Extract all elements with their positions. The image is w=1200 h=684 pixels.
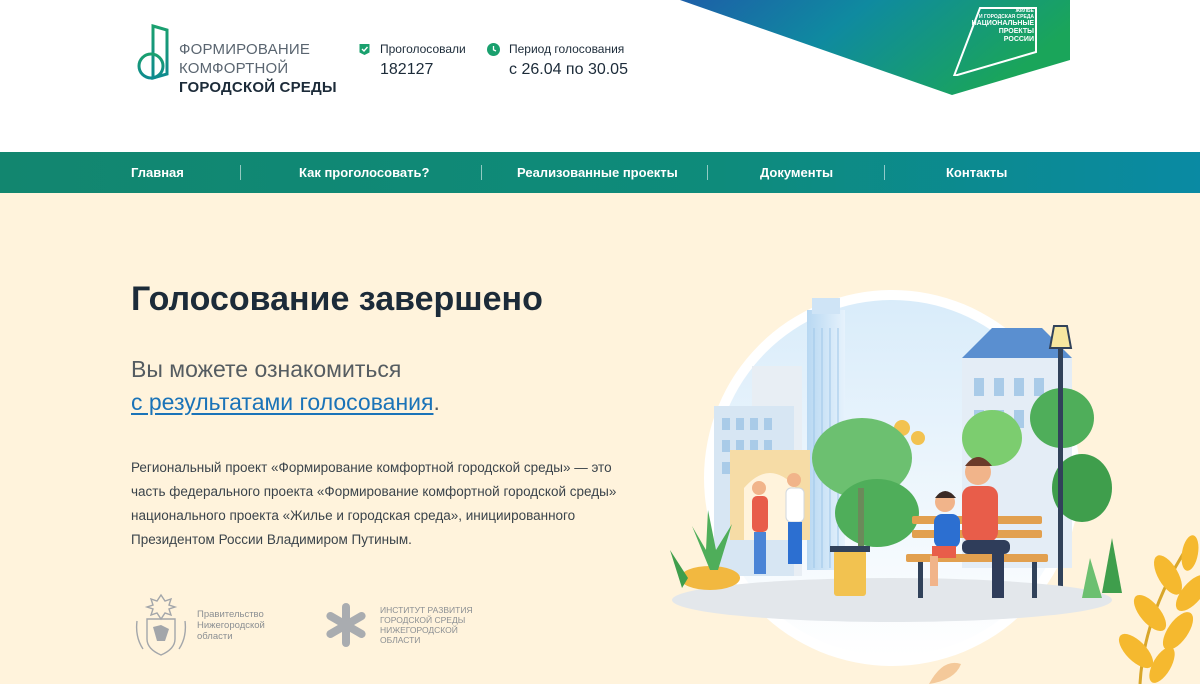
gov-line-3: области (197, 630, 233, 642)
period-label: Период голосования (509, 42, 625, 56)
clock-icon (487, 43, 500, 56)
site-logo[interactable]: ФОРМИРОВАНИЕ КОМФОРТНОЙ ГОРОДСКОЙ СРЕДЫ (131, 22, 337, 97)
logo-line-1: ФОРМИРОВАНИЕ (179, 41, 311, 58)
coat-of-arms-icon (135, 593, 187, 656)
decorative-leaves (1118, 535, 1200, 684)
nav-divider (707, 165, 708, 180)
check-icon (359, 44, 370, 55)
inst-line-3: нижегородской (380, 625, 458, 635)
nav-documents[interactable]: Документы (760, 152, 833, 193)
np-line-4: ПРОЕКТЫ (998, 28, 1034, 35)
period-value: с 26.04 по 30.05 (509, 61, 628, 78)
project-description: Региональный проект «Формирование комфор… (131, 460, 617, 547)
inst-line-4: области (380, 635, 421, 645)
subtitle-text: Вы можете ознакомиться (131, 356, 402, 382)
inst-line-1: Институт развития (380, 605, 473, 615)
decorative-leaf (929, 662, 961, 684)
nav-divider (481, 165, 482, 180)
np-line-3: НАЦИОНАЛЬНЫЕ (971, 20, 1034, 27)
city-park-illustration (670, 290, 1122, 666)
logo-emblem-icon (133, 24, 169, 92)
results-subtitle: Вы можете ознакомиться с результатами го… (131, 353, 440, 419)
inst-line-2: городской среды (380, 615, 466, 625)
institute-snowflake-icon (326, 603, 366, 647)
nav-home[interactable]: Главная (131, 152, 184, 193)
hero-section: Голосование завершено Вы можете ознакоми… (0, 193, 1200, 684)
main-nav: Главная Как проголосовать? Реализованные… (0, 152, 1200, 193)
nav-realized-projects[interactable]: Реализованные проекты (517, 152, 678, 193)
logo-line-2: КОМФОРТНОЙ (179, 60, 289, 77)
logo-line-3: ГОРОДСКОЙ СРЕДЫ (179, 79, 337, 96)
gov-line-2: Нижегородской (197, 619, 265, 631)
gov-line-1: Правительство (197, 608, 264, 620)
subtitle-period: . (433, 389, 440, 415)
nav-contacts[interactable]: Контакты (946, 152, 1007, 193)
partner-institute[interactable]: Институт развития городской среды нижего… (322, 601, 473, 649)
results-link[interactable]: с результатами голосования (131, 389, 433, 415)
nav-divider (884, 165, 885, 180)
voted-value: 182127 (380, 61, 434, 78)
voted-counter: Проголосовали 182127 (358, 42, 466, 79)
partner-government[interactable]: Правительство Нижегородской области (131, 591, 265, 659)
voted-label: Проголосовали (380, 42, 466, 56)
header-decor-shape (680, 0, 1070, 95)
np-line-5: РОССИИ (1003, 36, 1034, 43)
nav-how-to-vote[interactable]: Как проголосовать? (299, 152, 429, 193)
voting-period: Период голосования с 26.04 по 30.05 (487, 42, 628, 79)
page-title: Голосование завершено (131, 280, 543, 318)
nav-divider (240, 165, 241, 180)
national-projects-logo[interactable]: ЖИЛЬЕ И ГОРОДСКАЯ СРЕДА НАЦИОНАЛЬНЫЕ ПРО… (950, 4, 1060, 76)
site-header: ФОРМИРОВАНИЕ КОМФОРТНОЙ ГОРОДСКОЙ СРЕДЫ … (0, 0, 1200, 152)
